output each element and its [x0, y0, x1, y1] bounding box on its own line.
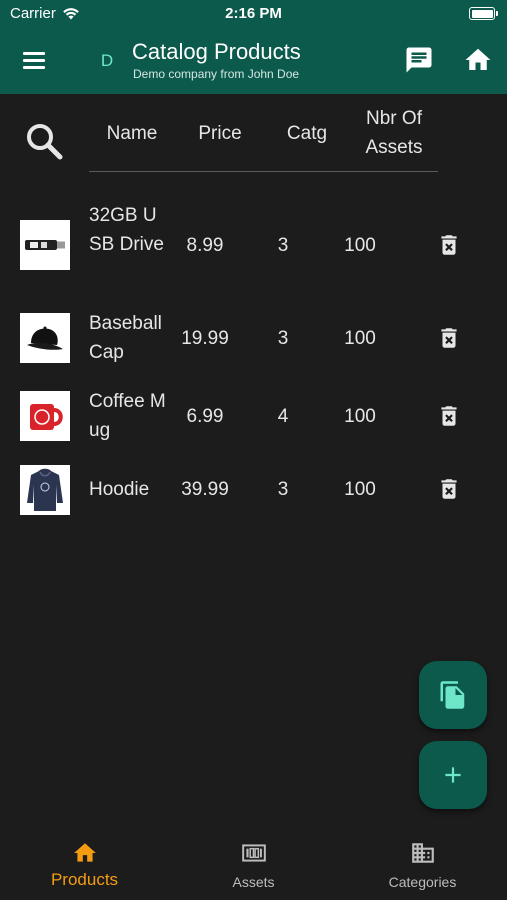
- header-divider: [89, 171, 438, 172]
- page-subtitle: Demo company from John Doe: [133, 67, 300, 81]
- usb-drive-image: [25, 240, 65, 250]
- categories-icon: [411, 843, 434, 863]
- search-icon: [27, 124, 63, 160]
- nav-label-assets: Assets: [232, 874, 275, 890]
- product-thumbnail-coffee-mug: [20, 391, 70, 441]
- product-name: Baseball Cap: [89, 313, 162, 363]
- chat-icon: [406, 47, 432, 73]
- nav-icon: [0, 840, 169, 866]
- product-name: Hoodie: [89, 479, 150, 500]
- product-assets: 100: [344, 479, 376, 500]
- table-row[interactable]: Hoodie 39.99 3 100: [0, 464, 507, 516]
- product-catg: 3: [277, 479, 289, 500]
- nav-item-assets[interactable]: Assets: [169, 826, 338, 900]
- product-thumbnail-hoodie: [20, 465, 70, 515]
- bottom-navigation: Products Assets Categories: [0, 826, 507, 900]
- product-catg: 3: [277, 328, 289, 349]
- menu-icon-line: [23, 66, 45, 69]
- search-button[interactable]: [25, 122, 65, 167]
- product-thumbnail-baseball-cap: [20, 313, 70, 363]
- table-row[interactable]: Coffee Mug 6.99 4 100: [0, 386, 507, 448]
- add-fab-button[interactable]: [419, 741, 487, 809]
- delete-button[interactable]: [436, 476, 462, 502]
- status-bar: Carrier 2:16 PM: [0, 0, 507, 28]
- table-header: Name Price Catg Nbr Of Assets: [0, 94, 507, 174]
- delete-button[interactable]: [436, 403, 462, 429]
- baseball-cap-image: [27, 326, 63, 350]
- product-assets: 100: [344, 235, 376, 256]
- page-title: Catalog Products: [132, 39, 301, 64]
- product-price: 8.99: [186, 235, 224, 256]
- product-catg: 3: [277, 235, 289, 256]
- column-header-price[interactable]: Price: [188, 119, 252, 148]
- menu-icon-line: [23, 59, 45, 62]
- product-price: 6.99: [186, 406, 224, 427]
- avatar[interactable]: D: [93, 47, 121, 75]
- product-assets: 100: [344, 328, 376, 349]
- hoodie-image: [27, 468, 63, 511]
- nav-label-categories: Categories: [388, 874, 457, 890]
- table-row[interactable]: Baseball Cap 19.99 3 100: [0, 308, 507, 370]
- app-bar: D Catalog Products Demo company from Joh…: [0, 28, 507, 94]
- product-name: Coffee Mug: [89, 391, 166, 441]
- home-icon: [73, 843, 96, 862]
- coffee-mug-image: [30, 404, 63, 430]
- chat-button[interactable]: [404, 45, 434, 75]
- product-thumbnail-usb-drive: [20, 220, 70, 270]
- copy-icon: [440, 681, 465, 709]
- table-row[interactable]: 32GB USB Drive 8.99 3 100: [0, 200, 507, 290]
- column-header-name[interactable]: Name: [100, 119, 164, 148]
- product-assets: 100: [344, 406, 376, 427]
- delete-button[interactable]: [436, 325, 462, 351]
- add-icon: [445, 767, 461, 783]
- product-price: 39.99: [181, 479, 229, 500]
- product-catg: 4: [277, 406, 289, 427]
- delete-icon: [441, 328, 457, 348]
- menu-icon-line: [23, 52, 45, 55]
- delete-icon: [441, 479, 457, 499]
- delete-icon: [441, 406, 457, 426]
- assets-icon: [241, 844, 266, 862]
- copy-fab-button[interactable]: [419, 661, 487, 729]
- home-button[interactable]: [463, 45, 493, 75]
- delete-icon: [441, 235, 457, 255]
- delete-button[interactable]: [436, 232, 462, 258]
- home-icon: [465, 48, 491, 70]
- nav-label-products: Products: [50, 870, 119, 889]
- nav-icon: [338, 840, 507, 866]
- product-name: 32GB USB Drive: [89, 205, 164, 255]
- nav-icon: [169, 840, 338, 866]
- product-price: 19.99: [181, 328, 229, 349]
- column-header-assets[interactable]: Nbr Of Assets: [354, 104, 434, 162]
- menu-button[interactable]: [20, 47, 50, 73]
- nav-item-products[interactable]: Products: [0, 826, 169, 900]
- battery-icon: [469, 7, 498, 20]
- column-header-catg[interactable]: Catg: [277, 119, 337, 148]
- nav-item-categories[interactable]: Categories: [338, 826, 507, 900]
- clock: 2:16 PM: [225, 5, 282, 22]
